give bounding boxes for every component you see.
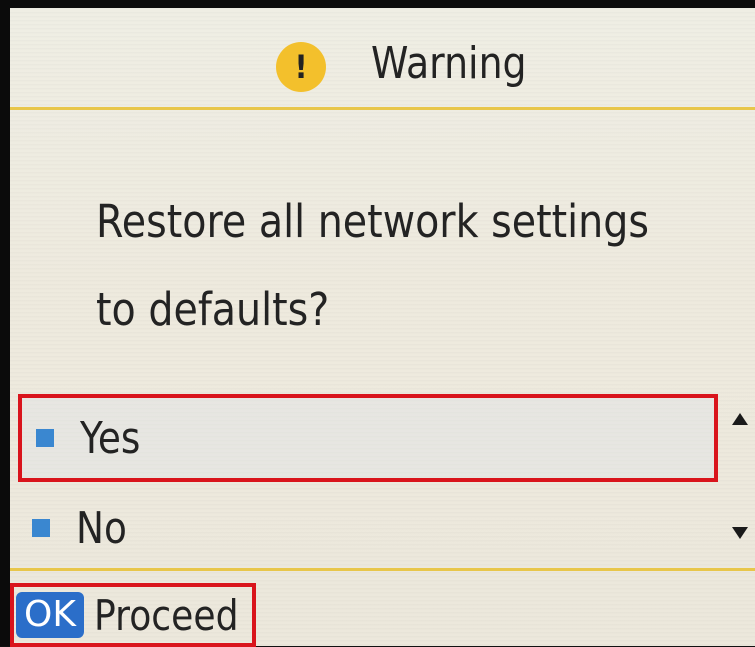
dialog-title: Warning — [371, 38, 527, 89]
bullet-icon — [32, 519, 50, 537]
printer-lcd-screen: ! Warning Restore all network settings t… — [10, 8, 755, 647]
option-no[interactable]: No — [18, 484, 718, 572]
option-yes[interactable]: Yes — [18, 394, 718, 482]
scroll-down-arrow-icon[interactable] — [732, 527, 748, 539]
dialog-message: Restore all network settings to defaults… — [96, 195, 650, 336]
scroll-up-arrow-icon[interactable] — [732, 413, 748, 425]
proceed-label: Proceed — [93, 590, 239, 640]
title-divider — [10, 107, 755, 110]
bullet-icon — [36, 429, 54, 447]
option-yes-label: Yes — [80, 412, 141, 464]
ok-proceed-hint[interactable]: OK Proceed — [10, 583, 256, 647]
option-no-label: No — [76, 502, 127, 554]
options-list: Yes No — [10, 388, 755, 568]
dialog-title-bar: ! Warning — [10, 8, 755, 108]
exclamation-icon: ! — [276, 42, 326, 92]
ok-key-icon: OK — [16, 592, 84, 638]
footer-bar: OK Proceed — [10, 571, 755, 647]
exclamation-glyph: ! — [294, 48, 308, 86]
